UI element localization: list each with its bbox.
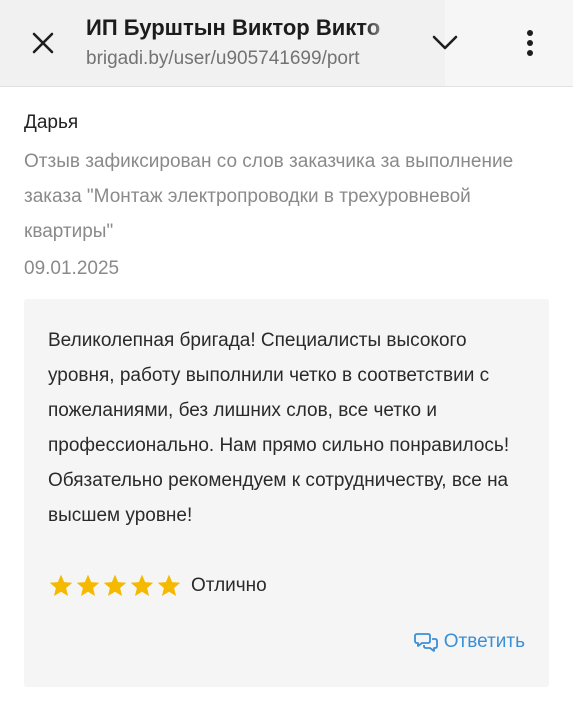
review-text: Великолепная бригада! Специалисты высоко… bbox=[48, 330, 510, 526]
star-icon bbox=[49, 574, 73, 596]
star-icon bbox=[157, 574, 181, 596]
chevron-down-icon bbox=[432, 35, 458, 50]
review-card: Великолепная бригада! Специалисты высоко… bbox=[24, 299, 549, 687]
review-source-note: Отзыв зафиксирован со слов заказчика за … bbox=[24, 151, 514, 242]
rating-label: Отлично bbox=[191, 575, 267, 596]
page-url: brigadi.by/user/u905741699/port bbox=[86, 48, 360, 69]
star-icon bbox=[76, 574, 100, 596]
more-menu-button[interactable] bbox=[515, 24, 545, 62]
reply-button[interactable]: Ответить bbox=[413, 631, 525, 653]
reply-label: Ответить bbox=[443, 631, 525, 652]
more-vertical-icon bbox=[527, 30, 533, 56]
star-icon bbox=[130, 574, 154, 596]
reviewer-name: Дарья bbox=[24, 112, 79, 133]
page-title: ИП Бурштын Виктор Викто bbox=[86, 15, 381, 40]
close-icon bbox=[32, 32, 54, 54]
expand-button[interactable] bbox=[425, 26, 465, 60]
star-icon bbox=[103, 574, 127, 596]
chat-bubbles-icon bbox=[413, 633, 438, 652]
rating-row: Отлично bbox=[48, 571, 267, 601]
rating-stars bbox=[48, 573, 183, 599]
browser-top-bar: ИП Бурштын Виктор Викто brigadi.by/user/… bbox=[0, 0, 573, 87]
review-date: 09.01.2025 bbox=[24, 258, 120, 279]
close-button[interactable] bbox=[27, 27, 59, 59]
page-title-block: ИП Бурштын Виктор Викто brigadi.by/user/… bbox=[86, 14, 402, 74]
